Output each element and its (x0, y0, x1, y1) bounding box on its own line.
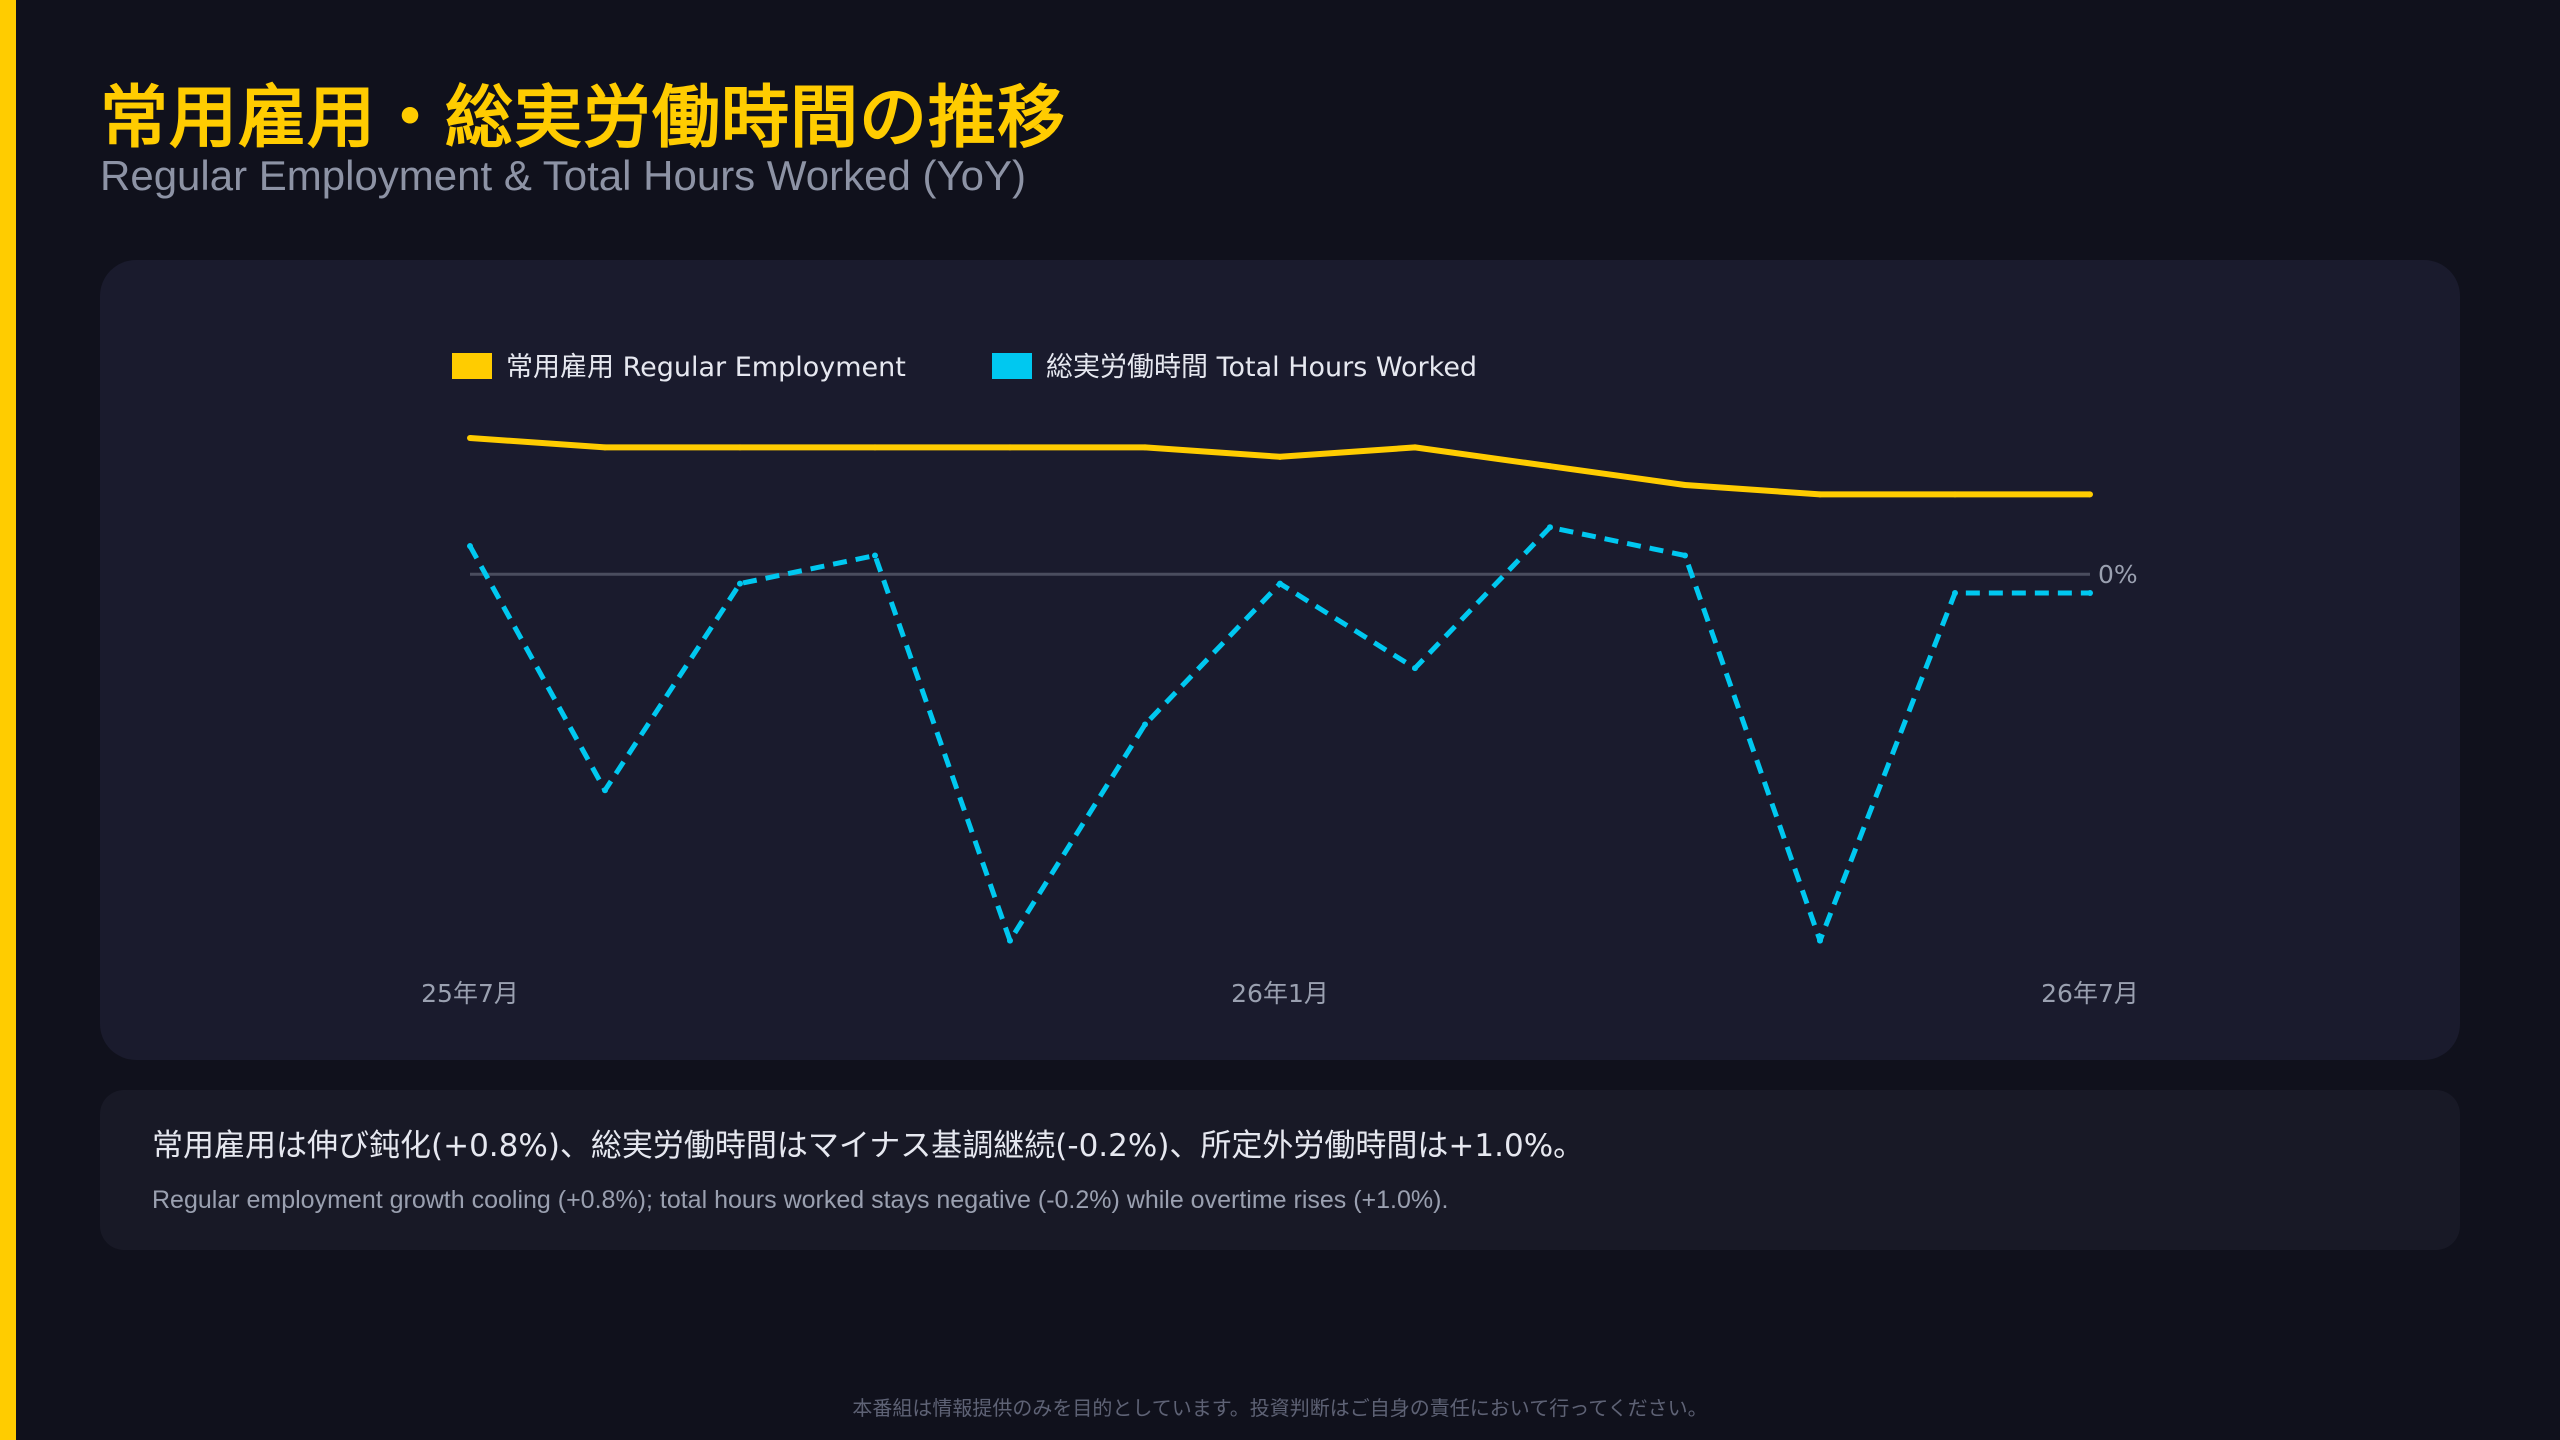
hours-data-point (1817, 937, 1823, 944)
hours-data-point (1142, 721, 1148, 728)
employment-data-point (467, 435, 473, 442)
employment-data-point (1142, 444, 1148, 451)
employment-data-point (1547, 463, 1553, 470)
x-tick-label: 26年1月 (1231, 979, 1329, 1008)
chart-legend: 常用雇用 Regular Employment 総実労働時間 Total Hou… (452, 352, 1477, 383)
x-axis-ticks: 25年7月 26年1月 26年7月 (421, 979, 2139, 1008)
zero-label: 0% (2098, 560, 2138, 589)
employment-data-point (1817, 491, 1823, 498)
legend-swatch-employment (452, 353, 492, 379)
accent-bar (0, 0, 16, 1440)
x-tick-label: 25年7月 (421, 979, 519, 1008)
employment-data-point (2087, 491, 2093, 498)
employment-data-point (872, 444, 878, 451)
employment-data-point (1007, 444, 1013, 451)
hours-data-point (1277, 580, 1283, 587)
disclaimer: 本番組は情報提供のみを目的としています。投資判断はご自身の責任において行ってくだ… (852, 1396, 1708, 1420)
hours-data-point (872, 552, 878, 559)
hours-data-point (1547, 524, 1553, 531)
series-line-employment (469, 435, 2090, 498)
hours-data-point (1412, 665, 1418, 672)
page-subtitle: Regular Employment & Total Hours Worked … (100, 152, 1026, 199)
employment-data-point (737, 444, 743, 451)
hours-data-point (1007, 937, 1013, 944)
summary-text-en: Regular employment growth cooling (+0.8%… (152, 1186, 1449, 1214)
chart-card: 常用雇用 Regular Employment 総実労働時間 Total Hou… (100, 260, 2460, 1060)
legend-swatch-hours (992, 353, 1032, 379)
hours-data-point (602, 787, 608, 794)
hours-data-point (1682, 552, 1688, 559)
data-points (467, 435, 2093, 944)
series-line-hours (467, 524, 2090, 944)
hours-data-point (467, 543, 473, 550)
employment-data-point (1412, 444, 1418, 451)
legend-label-hours: 総実労働時間 Total Hours Worked (1046, 352, 1477, 383)
slide: 常用雇用・総実労働時間の推移 Regular Employment & Tota… (0, 0, 2560, 1440)
hours-data-point (737, 580, 743, 587)
x-tick-label: 26年7月 (2041, 979, 2139, 1008)
hours-data-point (2087, 590, 2093, 597)
employment-data-point (1277, 453, 1283, 460)
employment-data-point (602, 444, 608, 451)
summary-text-jp: 常用雇用は伸び鈍化(+0.8%)、総実労働時間はマイナス基調継続(-0.2%)、… (152, 1128, 1585, 1164)
page-title: 常用雇用・総実労働時間の推移 (100, 79, 1067, 158)
employment-data-point (1952, 491, 1958, 498)
hours-data-point (1952, 590, 1958, 597)
summary-card: 常用雇用は伸び鈍化(+0.8%)、総実労働時間はマイナス基調継続(-0.2%)、… (100, 1090, 2460, 1250)
legend-label-employment: 常用雇用 Regular Employment (506, 352, 906, 383)
employment-data-point (1682, 482, 1688, 488)
line-chart: 常用雇用 Regular Employment 総実労働時間 Total Hou… (421, 352, 2139, 1008)
